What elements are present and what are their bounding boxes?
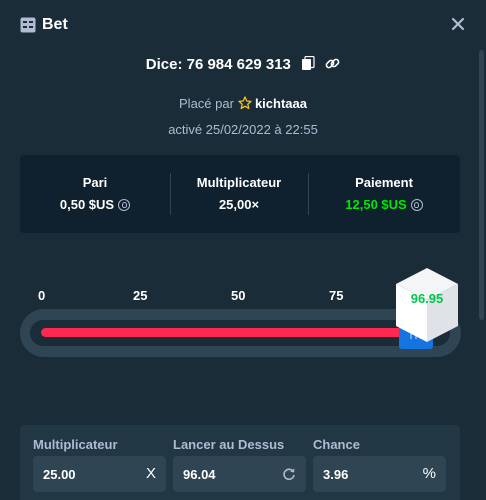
placed-by-label: Placé par [179,96,234,111]
stat-bet: Pari 0,50 $US [20,155,170,233]
chance-input[interactable]: 3.96 % [313,456,446,492]
stat-bet-label: Pari [82,175,108,190]
stat-bet-value: 0,50 $US [20,197,170,212]
username-link[interactable]: kichtaaa [255,96,307,111]
stat-payout-label: Paiement [355,175,413,190]
chance-suffix: % [422,465,436,482]
star-icon [238,96,252,110]
placed-by-line: Placé par kichtaaa [0,96,486,111]
close-icon[interactable] [448,14,468,34]
link-icon[interactable] [325,56,340,71]
chance-value: 3.96 [323,467,349,482]
stat-multiplier-value: 25,00× [218,197,260,212]
slider-tick: 0 [38,288,46,303]
multiplier-value: 25.00 [43,467,76,482]
stat-payout: Paiement 12,50 $US [308,155,460,233]
bet-date: activé 25/02/2022 à 22:55 [168,122,318,137]
stat-multiplier: Multiplicateur 25,00× [170,155,308,233]
copy-icon[interactable] [301,56,315,71]
bet-slip-icon [20,17,36,33]
bet-id-line: Dice: 76 984 629 313 [0,56,486,73]
multiplier-input[interactable]: 25.00 X [33,456,166,492]
slider-tick: 25 [133,288,148,303]
roll-over-label: Lancer au Dessus [173,437,285,452]
currency-icon [118,199,131,211]
bet-summary-panel: Pari 0,50 $US Multiplicateur 25,00× Paie… [20,155,460,233]
roll-over-input[interactable]: 96.04 [173,456,306,492]
slider-tick: 50 [231,288,246,303]
scrollbar[interactable] [479,50,484,320]
stat-payout-value: 12,50 $US [308,197,460,212]
modal-title: Bet [42,16,68,33]
modal-header: Bet [0,0,486,50]
lose-range-bar [41,328,408,337]
stat-multiplier-label: Multiplicateur [196,175,282,190]
bet-id: Dice: 76 984 629 313 [145,56,291,73]
chance-label: Chance [313,437,360,452]
roll-result: 96.95 [410,291,444,306]
refresh-icon[interactable] [282,467,296,481]
currency-icon [410,199,423,211]
multiplier-label: Multiplicateur [33,437,118,452]
multiplier-suffix: X [145,465,156,482]
roll-over-value: 96.04 [183,467,216,482]
slider-tick: 75 [329,288,344,303]
